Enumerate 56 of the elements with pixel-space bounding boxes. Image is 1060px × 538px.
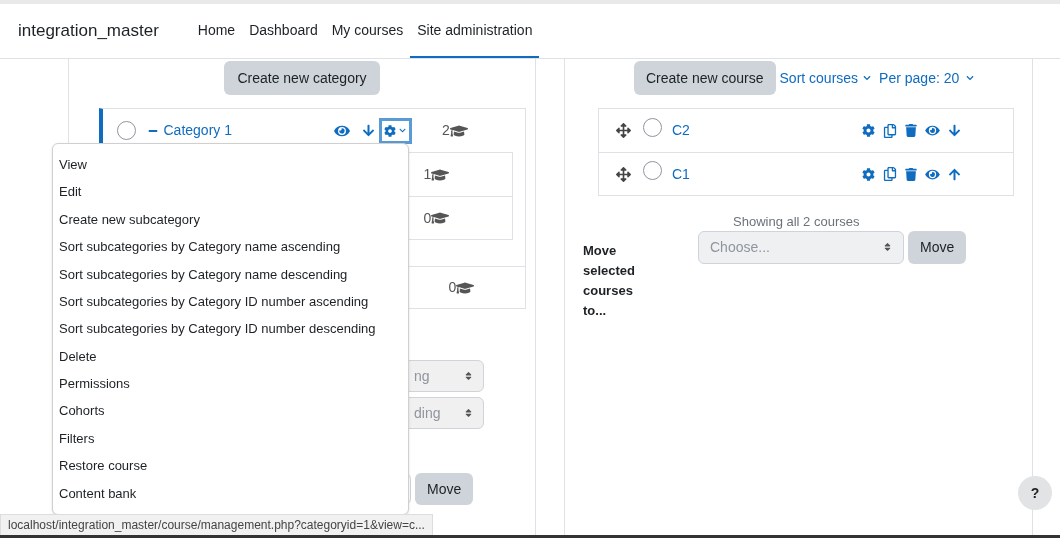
nav-tab[interactable]: Site administration [410,4,540,58]
graduation-cap-icon [431,210,450,226]
nav-tab[interactable]: Home [190,4,243,58]
menu-item[interactable]: View [53,151,408,179]
menu-item[interactable]: Sort subcategories by Category ID number ascending [53,287,408,316]
course-count: 2 [442,121,450,140]
arrow-down-icon[interactable] [948,124,961,137]
arrow-down-icon[interactable] [362,124,375,137]
copy-icon[interactable] [883,167,897,181]
course-count: 1 [423,165,432,184]
move-button[interactable]: Move [908,230,967,264]
menu-item[interactable]: Content bank [53,479,408,508]
settings-icon[interactable] [862,124,875,137]
move-handle-icon[interactable] [616,166,631,182]
move-handle-icon[interactable] [616,123,631,138]
settings-icon[interactable] [862,167,875,181]
gear-icon [384,124,397,137]
copy-icon[interactable] [883,123,897,138]
site-name[interactable]: integration_master [18,18,159,44]
sort-arrows-icon [464,371,473,381]
eye-icon[interactable] [925,167,940,181]
create-course-button[interactable]: Create new course [634,61,776,95]
eye-icon[interactable] [925,124,940,137]
course-link[interactable]: C2 [672,120,862,141]
trash-icon[interactable] [905,167,917,181]
course-count: 0 [423,208,432,228]
nav-tab[interactable]: My courses [324,4,411,58]
menu-item[interactable]: Edit [53,178,408,206]
checkbox[interactable] [643,117,662,137]
per-page-link[interactable]: Per page: 20 [879,67,975,89]
menu-item[interactable]: Restore course [53,452,408,480]
course-count: 0 [448,278,457,297]
checkbox[interactable] [643,161,662,180]
menu-item[interactable]: Create new subcategory [53,205,408,234]
menu-item[interactable]: Sort subcategories by Category name descending [53,260,408,288]
arrow-up-icon[interactable] [948,167,961,181]
caret-icon [399,127,407,134]
caret-icon [966,74,975,82]
move-label: Move selected courses to... [583,241,637,320]
course-link[interactable]: C1 [672,163,862,185]
trash-icon[interactable] [905,124,917,137]
move-button[interactable]: Move [415,473,474,505]
create-category-button[interactable]: Create new category [224,61,380,95]
sort-arrows-icon [464,408,473,418]
eye-icon[interactable] [334,123,350,138]
category-link[interactable]: Category 1 [163,120,232,141]
course-count-text: Showing all 2 courses [733,213,860,231]
menu-item[interactable]: Sort subcategories by Category ID number descending [53,315,408,343]
sort-courses-link[interactable]: Sort courses [779,67,872,89]
sort-arrows-icon [883,242,892,252]
nav-tab[interactable]: Dashboard [242,4,325,58]
caret-icon [863,74,872,82]
menu-item[interactable]: Sort subcategories by Category name ascending [53,233,408,261]
checkbox[interactable] [116,121,136,140]
status-url: localhost/integration_master/course/management.php?categoryid=1&view=c... [0,514,433,536]
help-button[interactable]: ? [1018,476,1052,510]
